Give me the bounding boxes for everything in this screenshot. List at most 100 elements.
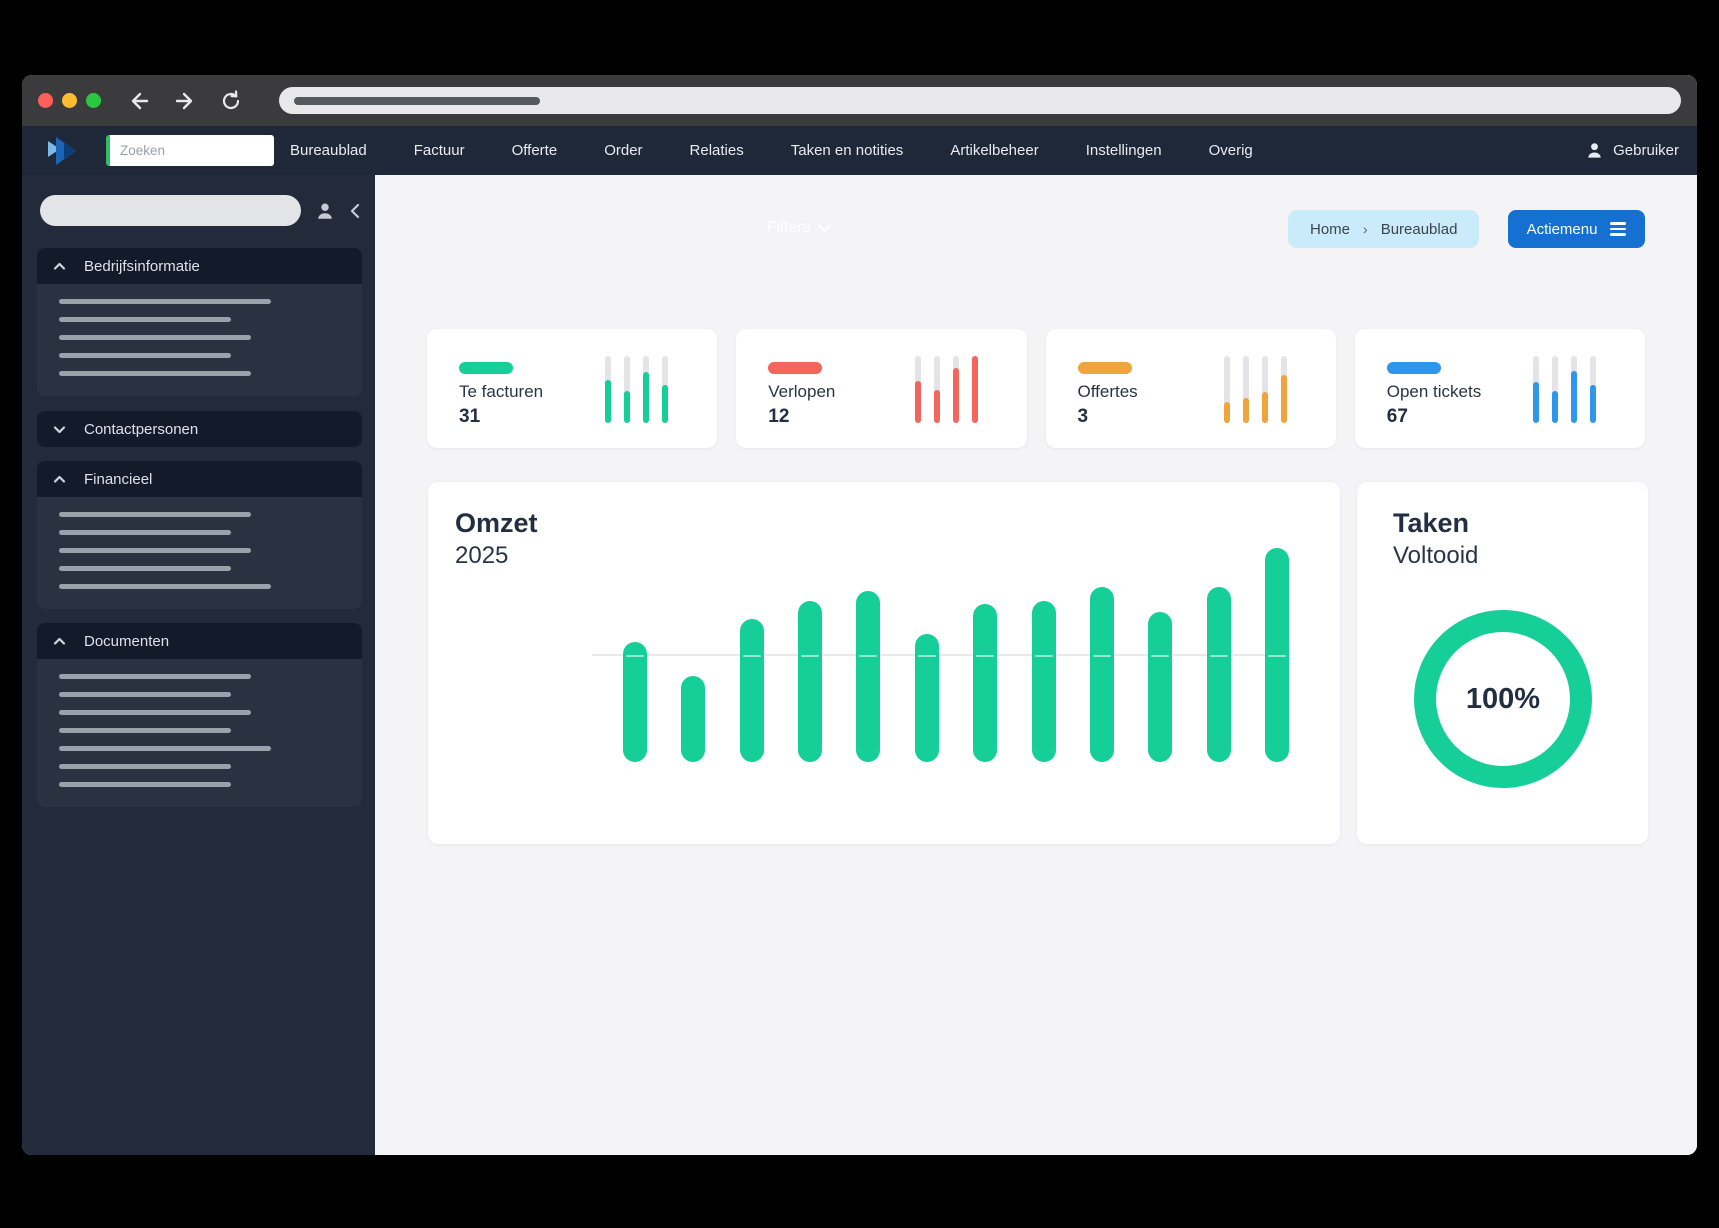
stat-card-open-tickets[interactable]: Open tickets 67 xyxy=(1354,329,1645,448)
stat-card-offertes[interactable]: Offertes 3 xyxy=(1045,329,1336,448)
sparkline-fill xyxy=(1552,391,1558,423)
sparkline-fill xyxy=(952,368,959,423)
sparkline-fill xyxy=(933,390,940,423)
address-bar[interactable] xyxy=(279,87,1681,114)
nav-item-instellingen[interactable]: Instellingen xyxy=(1086,142,1162,159)
user-label: Gebruiker xyxy=(1613,142,1679,159)
placeholder-line xyxy=(59,782,231,787)
sparkline xyxy=(1223,356,1287,423)
sparkline-track xyxy=(624,356,631,423)
section-label: Financieel xyxy=(84,470,153,488)
gridline-dash-overlay xyxy=(918,655,936,657)
chart-bar xyxy=(623,642,647,762)
stat-card-verlopen[interactable]: Verlopen 12 xyxy=(736,329,1027,448)
sparkline-fill xyxy=(643,372,650,423)
gridline-dash-overlay xyxy=(1035,655,1053,657)
gridline-dash-overlay xyxy=(1151,655,1169,657)
revenue-chart-card: Omzet 2025 xyxy=(428,482,1340,844)
placeholder-line xyxy=(59,548,251,553)
person-icon xyxy=(318,203,332,219)
charts-row: Omzet 2025 Taken Voltooid 100% xyxy=(428,482,1648,844)
global-search-input[interactable] xyxy=(110,143,274,158)
filters-dropdown[interactable]: Filters xyxy=(767,219,831,237)
placeholder-line xyxy=(59,512,251,517)
donut-ring: 100% xyxy=(1414,610,1592,788)
collapse-sidebar-button[interactable] xyxy=(349,203,362,219)
placeholder-line xyxy=(59,674,251,679)
stat-cards-row: Te facturen 31 Verlopen 12 Offertes 3 Open tic… xyxy=(427,329,1645,448)
chevron-left-icon xyxy=(350,203,360,218)
sidebar-section-contactpersonen: Contactpersonen xyxy=(37,411,362,447)
sparkline-track xyxy=(605,356,612,423)
zoom-window-button[interactable] xyxy=(86,93,101,108)
section-header-bedrijfsinformatie[interactable]: Bedrijfsinformatie xyxy=(37,248,362,284)
main-content: Filters Home › Bureaublad Actiemenu Te fac… xyxy=(375,175,1697,1155)
stat-value: 12 xyxy=(768,406,790,427)
nav-item-overig[interactable]: Overig xyxy=(1209,142,1253,159)
section-body-bedrijfsinformatie xyxy=(37,284,362,396)
nav-item-order[interactable]: Order xyxy=(604,142,642,159)
action-menu-button[interactable]: Actiemenu xyxy=(1508,210,1645,248)
breadcrumb: Home › Bureaublad xyxy=(1288,210,1480,248)
nav-item-artikelbeheer[interactable]: Artikelbeheer xyxy=(950,142,1038,159)
forward-button[interactable] xyxy=(173,89,197,113)
section-label: Bedrijfsinformatie xyxy=(84,257,200,275)
placeholder-line xyxy=(59,353,231,358)
stat-label: Te facturen xyxy=(459,382,544,401)
stat-label: Open tickets xyxy=(1386,382,1482,401)
gridline-dash-overlay xyxy=(1093,655,1111,657)
sparkline-track xyxy=(662,356,669,423)
browser-window: Bureaublad Factuur Offerte Order Relaties Tak… xyxy=(22,75,1697,1155)
minimize-window-button[interactable] xyxy=(62,93,77,108)
chevron-down-icon xyxy=(52,422,67,437)
sparkline-fill xyxy=(662,385,669,423)
stat-value: 67 xyxy=(1386,406,1408,427)
close-window-button[interactable] xyxy=(38,93,53,108)
sidebar-search-input[interactable] xyxy=(40,195,301,226)
placeholder-line xyxy=(59,299,271,304)
sparkline-fill xyxy=(1223,402,1230,423)
window-controls xyxy=(38,93,101,108)
sparkline-fill xyxy=(624,391,631,423)
stat-card-te-facturen[interactable]: Te facturen 31 xyxy=(427,329,718,448)
stat-accent-bar xyxy=(1077,362,1132,374)
sparkline-track xyxy=(1590,356,1596,423)
chart-title: Omzet xyxy=(455,508,538,538)
stat-accent-bar xyxy=(768,362,823,374)
sparkline-track xyxy=(1242,356,1249,423)
user-icon xyxy=(1588,143,1601,158)
sparkline-track xyxy=(1261,356,1268,423)
nav-item-offerte[interactable]: Offerte xyxy=(512,142,558,159)
section-body-documenten xyxy=(37,659,362,807)
sparkline-fill xyxy=(1261,392,1268,423)
sparkline-track xyxy=(1552,356,1558,423)
user-menu[interactable]: Gebruiker xyxy=(1585,141,1679,160)
nav-item-taken-en-notities[interactable]: Taken en notities xyxy=(791,142,904,159)
nav-item-relaties[interactable]: Relaties xyxy=(690,142,744,159)
app-logo-icon xyxy=(48,136,76,165)
placeholder-line xyxy=(59,317,231,322)
breadcrumb-item-home[interactable]: Home xyxy=(1310,221,1350,238)
nav-item-factuur[interactable]: Factuur xyxy=(414,142,465,159)
reload-button[interactable] xyxy=(219,89,243,113)
stat-accent-bar xyxy=(459,362,513,374)
section-header-documenten[interactable]: Documenten xyxy=(37,623,362,659)
chart-bar xyxy=(1207,587,1231,762)
nav-item-bureaublad[interactable]: Bureaublad xyxy=(290,142,367,159)
sparkline-fill xyxy=(1590,385,1596,423)
placeholder-line xyxy=(59,692,231,697)
sparkline-fill xyxy=(971,356,978,423)
gridline-dash-overlay xyxy=(1210,655,1228,657)
sparkline-track xyxy=(971,356,978,423)
breadcrumb-item-bureaublad[interactable]: Bureaublad xyxy=(1381,221,1458,238)
section-label: Contactpersonen xyxy=(84,420,199,438)
contact-person-button[interactable] xyxy=(315,201,335,221)
section-header-financieel[interactable]: Financieel xyxy=(37,461,362,497)
chart-bar xyxy=(798,601,822,762)
back-button[interactable] xyxy=(127,89,151,113)
gridline-dash-overlay xyxy=(801,655,819,657)
chart-bar xyxy=(740,619,764,762)
sparkline-track xyxy=(952,356,959,423)
chart-bar xyxy=(973,604,997,762)
section-header-contactpersonen[interactable]: Contactpersonen xyxy=(37,411,362,447)
